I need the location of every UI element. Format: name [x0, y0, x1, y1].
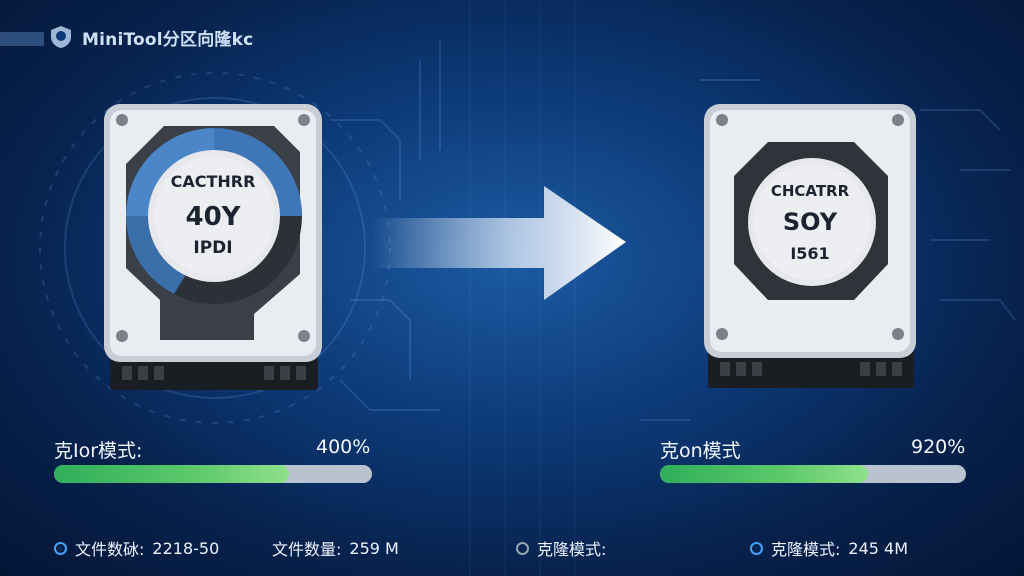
- radio-selected-icon[interactable]: [54, 541, 67, 555]
- source-progress-fill: [54, 465, 290, 483]
- disk-capacity-label: SOY: [782, 208, 838, 236]
- target-progress-bar: [660, 465, 966, 483]
- clone-mode-option-2[interactable]: 克隆模式: 245 4M: [750, 536, 908, 560]
- target-mode-label: 克on模式: [660, 440, 741, 462]
- source-progress-bar: [54, 465, 372, 483]
- stat-value: 245 4M: [848, 538, 909, 558]
- source-disk[interactable]: CACTHRR 40Y IPDI: [104, 104, 322, 394]
- stat-file-size: 文件数量: 259 M: [272, 536, 399, 560]
- header-accent-bar: [0, 32, 44, 46]
- stat-value: 2218-50: [152, 538, 220, 558]
- stat-file-count[interactable]: 文件数砅: 2218-50: [54, 536, 219, 560]
- source-mode-label: 克Ior模式:: [54, 440, 143, 462]
- disk-brand-label: CACTHRR: [170, 172, 256, 191]
- stat-label: 文件数砅:: [75, 540, 145, 559]
- app-brand: MiniTool分区向隆kc: [48, 24, 253, 50]
- disk-brand-label: CHCATRR: [770, 182, 850, 200]
- stat-label: 文件数量:: [272, 540, 342, 559]
- target-progress-fill: [660, 465, 869, 483]
- radio-selected-icon[interactable]: [750, 541, 763, 555]
- disk-model-label: I561: [790, 244, 830, 263]
- stat-label: 克隆模式:: [771, 540, 841, 559]
- radio-unselected-icon[interactable]: [516, 541, 529, 555]
- source-mode-percent: 400%: [316, 436, 371, 458]
- target-disk[interactable]: CHCATRR SOY I561: [704, 104, 916, 390]
- stat-label: 克隆模式:: [537, 540, 607, 559]
- clone-mode-option-1[interactable]: 克隆模式:: [516, 536, 606, 560]
- target-mode-percent: 920%: [911, 436, 966, 458]
- app-title: MiniTool分区向隆kc: [82, 29, 254, 50]
- shield-logo-icon: [51, 26, 71, 48]
- clone-direction-arrow-icon: [372, 186, 626, 300]
- disk-model-label: IPDI: [193, 238, 233, 258]
- stat-value: 259 M: [349, 538, 399, 558]
- disk-capacity-label: 40Y: [185, 202, 241, 232]
